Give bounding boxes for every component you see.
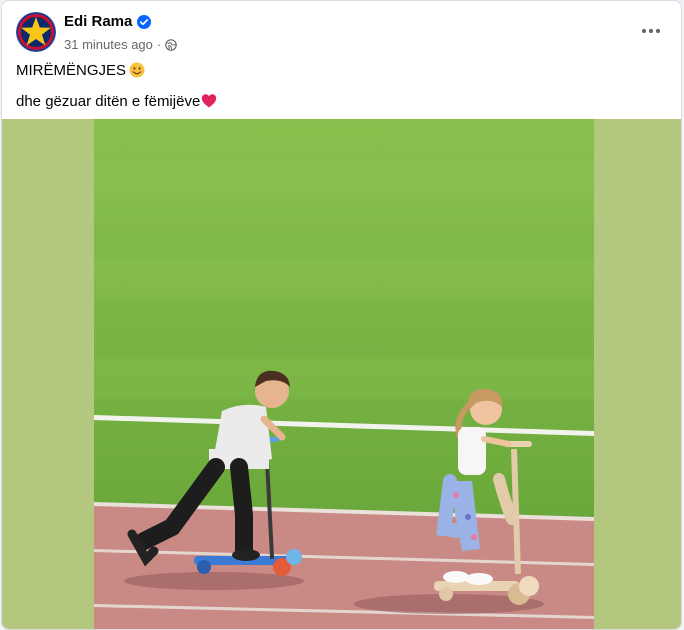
post-meta: 31 minutes ago · (64, 37, 178, 52)
children-scooter-photo (94, 119, 594, 629)
more-options-icon (641, 28, 661, 34)
post-header: Edi Rama 31 minutes ago · (2, 1, 681, 63)
post-message: MIRËMËNGJES dhe gëzuar ditën e fëmijëve (16, 61, 217, 112)
author-avatar[interactable] (16, 12, 56, 52)
post-photo[interactable] (94, 119, 594, 629)
verified-badge-icon (137, 14, 152, 29)
children-day-text: dhe gëzuar ditën e fëmijëve (16, 93, 201, 110)
meta-separator: · (156, 37, 162, 52)
smiling-face-emoji-icon (129, 62, 145, 78)
red-heart-emoji-icon (201, 93, 217, 109)
more-options-button[interactable] (635, 15, 667, 47)
author-row: Edi Rama (64, 13, 152, 30)
post-text-line-1: MIRËMËNGJES (16, 61, 217, 81)
feed-post: Edi Rama 31 minutes ago · MIRËMËNGJES dh… (1, 0, 682, 630)
post-media (2, 119, 681, 629)
post-text-line-2: dhe gëzuar ditën e fëmijëve (16, 92, 217, 112)
author-name[interactable]: Edi Rama (64, 13, 132, 30)
globe-icon[interactable] (165, 38, 178, 51)
post-timestamp[interactable]: 31 minutes ago (64, 37, 153, 52)
greeting-text: MIRËMËNGJES (16, 62, 127, 79)
